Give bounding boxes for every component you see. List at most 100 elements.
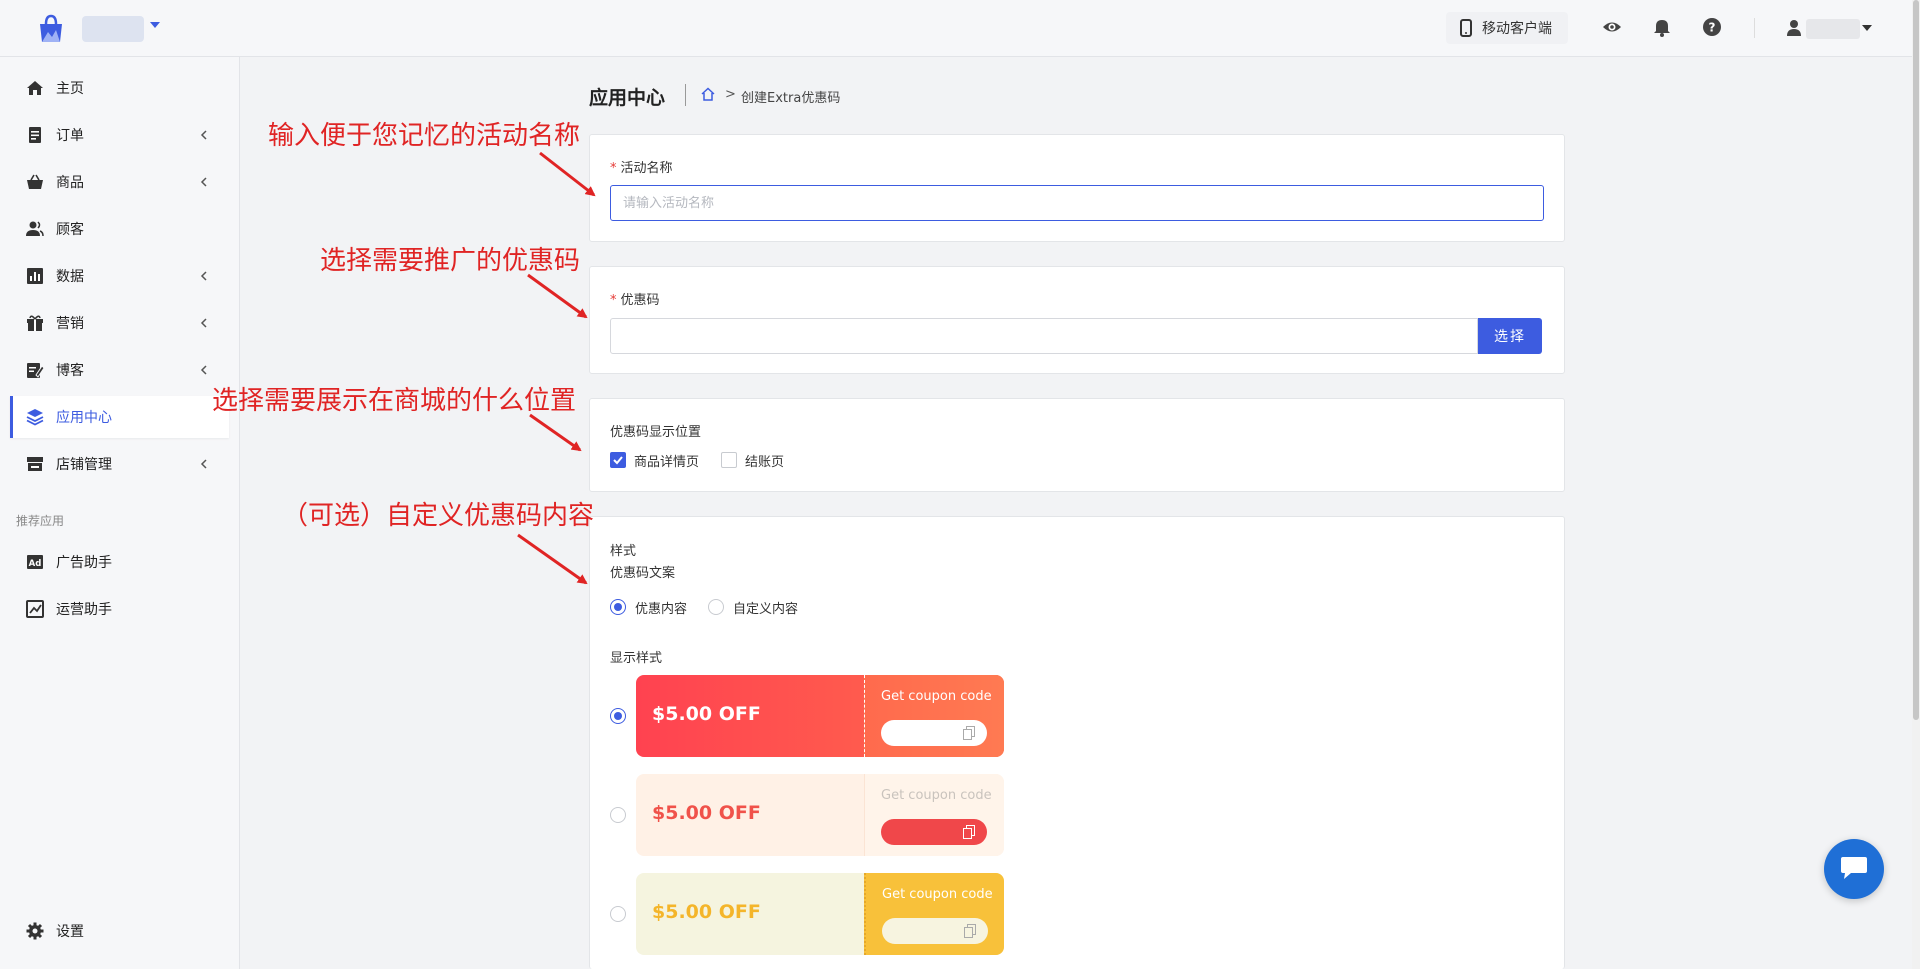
gift-icon [27,315,43,331]
copy-icon[interactable] [963,726,975,740]
sidebar-item-label: 订单 [56,128,84,144]
checkout-checkbox[interactable] [721,452,737,468]
top-bar: 移动客户端 ? [0,0,1920,57]
annotation-coupon-code: 选择需要推广的优惠码 [320,246,581,276]
topbar-divider [1754,18,1755,38]
help-icon[interactable]: ? [1702,17,1722,37]
display-style-label: 显示样式 [610,651,663,666]
style-card: 样式 优惠码文案 优惠内容 自定义内容 显示样式 $5.00 OFF Get c… [589,516,1565,969]
coupon-style-2[interactable]: $5.00 OFF Get coupon code [636,774,1004,856]
sidebar-item-label: 店铺管理 [56,457,112,473]
annotation-activity-name: 输入便于您记忆的活动名称 [268,121,581,151]
coupon-style-3-radio[interactable] [610,906,626,922]
copy-icon[interactable] [963,825,975,839]
coupon-right-panel: Get coupon code [864,675,1004,757]
product-detail-option-label: 商品详情页 [634,455,700,470]
sidebar-item-label: 顾客 [56,222,84,238]
gear-icon [26,922,44,940]
shop-logo-icon[interactable] [36,12,66,44]
shop-switch-caret-icon[interactable] [150,22,160,28]
display-position-card: 优惠码显示位置 商品详情页 结账页 [589,398,1565,492]
ad-icon: Ad [27,555,43,569]
sidebar-item-label: 博客 [56,363,84,379]
activity-name-label: * 活动名称 [610,161,673,176]
coupon-code-pill[interactable] [881,720,987,746]
chat-support-button[interactable] [1824,839,1884,899]
user-menu-caret-icon[interactable] [1862,25,1872,31]
sidebar-item-label: 主页 [56,81,84,97]
display-position-label: 优惠码显示位置 [610,425,702,440]
coupon-right-panel: Get coupon code [864,774,1004,856]
sidebar-item-customers[interactable]: 顾客 [10,208,229,250]
sidebar-item-data[interactable]: 数据 [10,255,229,297]
chat-bubble-icon [1841,857,1867,879]
coupon-code-pill[interactable] [881,819,987,845]
coupon-code-pill[interactable] [882,918,988,944]
annotation-custom-content: （可选）自定义优惠码内容 [282,501,595,531]
copy-icon[interactable] [964,924,976,938]
arrow-display-position [529,413,582,452]
coupon-code-field[interactable] [610,318,1478,354]
bell-icon[interactable] [1652,17,1672,37]
arrow-coupon-code [527,273,588,319]
coupon-amount: $5.00 OFF [652,703,761,725]
sidebar-item-app-center[interactable]: 应用中心 [10,396,229,438]
copy-discount-radio[interactable] [610,599,626,615]
breadcrumb-divider [685,84,686,106]
copy-label: 优惠码文案 [610,566,676,581]
shop-name[interactable] [82,16,144,42]
checkout-option-label: 结账页 [745,455,785,470]
sidebar-item-ops-assistant[interactable]: 运营助手 [10,588,229,630]
select-coupon-button[interactable]: 选择 [1478,318,1542,354]
chevron-left-icon [200,318,207,328]
mobile-client-button[interactable]: 移动客户端 [1446,12,1568,44]
copy-custom-radio[interactable] [708,599,724,615]
coupon-style-1[interactable]: $5.00 OFF Get coupon code [636,675,1004,757]
chevron-left-icon [200,365,207,375]
product-detail-checkbox[interactable] [610,452,626,468]
sidebar-item-label: 运营助手 [56,602,112,618]
phone-icon [1460,19,1472,37]
sidebar: 主页 订单 商品 顾客 数据 营销 博客 应用中心 店铺管理 推荐应用 Ad 广… [0,57,240,969]
sidebar-item-settings[interactable]: 设置 [10,910,229,952]
coupon-style-1-radio[interactable] [610,708,626,724]
activity-name-input[interactable] [610,185,1544,221]
bar-chart-icon [27,268,43,284]
coupon-style-3[interactable]: $5.00 OFF Get coupon code [636,873,1004,955]
sidebar-item-store-management[interactable]: 店铺管理 [10,443,229,485]
sidebar-item-products[interactable]: 商品 [10,161,229,203]
trend-chart-icon [26,600,44,618]
check-icon [613,456,623,465]
arrow-activity-name [539,151,596,197]
eye-icon[interactable] [1602,17,1622,37]
chevron-left-icon [200,177,207,187]
sidebar-item-label: 商品 [56,175,84,191]
coupon-amount: $5.00 OFF [652,901,761,923]
breadcrumb-home-icon[interactable] [700,86,716,102]
user-icon[interactable] [1786,18,1806,38]
sidebar-item-marketing[interactable]: 营销 [10,302,229,344]
get-coupon-code-text: Get coupon code [881,689,992,704]
orders-icon [29,127,41,143]
sidebar-item-home[interactable]: 主页 [10,67,229,109]
sidebar-item-blog[interactable]: 博客 [10,349,229,391]
user-name[interactable] [1806,19,1860,39]
chevron-left-icon [200,271,207,281]
style-label: 样式 [610,544,637,559]
breadcrumb-separator: > [725,87,736,102]
sidebar-item-orders[interactable]: 订单 [10,114,229,156]
blog-edit-icon [27,363,44,378]
page-scrollbar-thumb[interactable] [1913,0,1919,720]
svg-text:?: ? [1709,21,1716,35]
coupon-amount: $5.00 OFF [652,802,761,824]
sidebar-item-ad-assistant[interactable]: Ad 广告助手 [10,541,229,583]
svg-text:Ad: Ad [29,559,42,569]
page-title: 应用中心 [589,87,666,109]
activity-name-card: * 活动名称 [589,134,1565,242]
arrow-custom-content [517,533,588,585]
sidebar-item-label: 营销 [56,316,84,332]
coupon-right-panel: Get coupon code [864,873,1004,955]
coupon-style-2-radio[interactable] [610,807,626,823]
copy-discount-option-label: 优惠内容 [635,602,688,617]
basket-icon [27,174,43,189]
